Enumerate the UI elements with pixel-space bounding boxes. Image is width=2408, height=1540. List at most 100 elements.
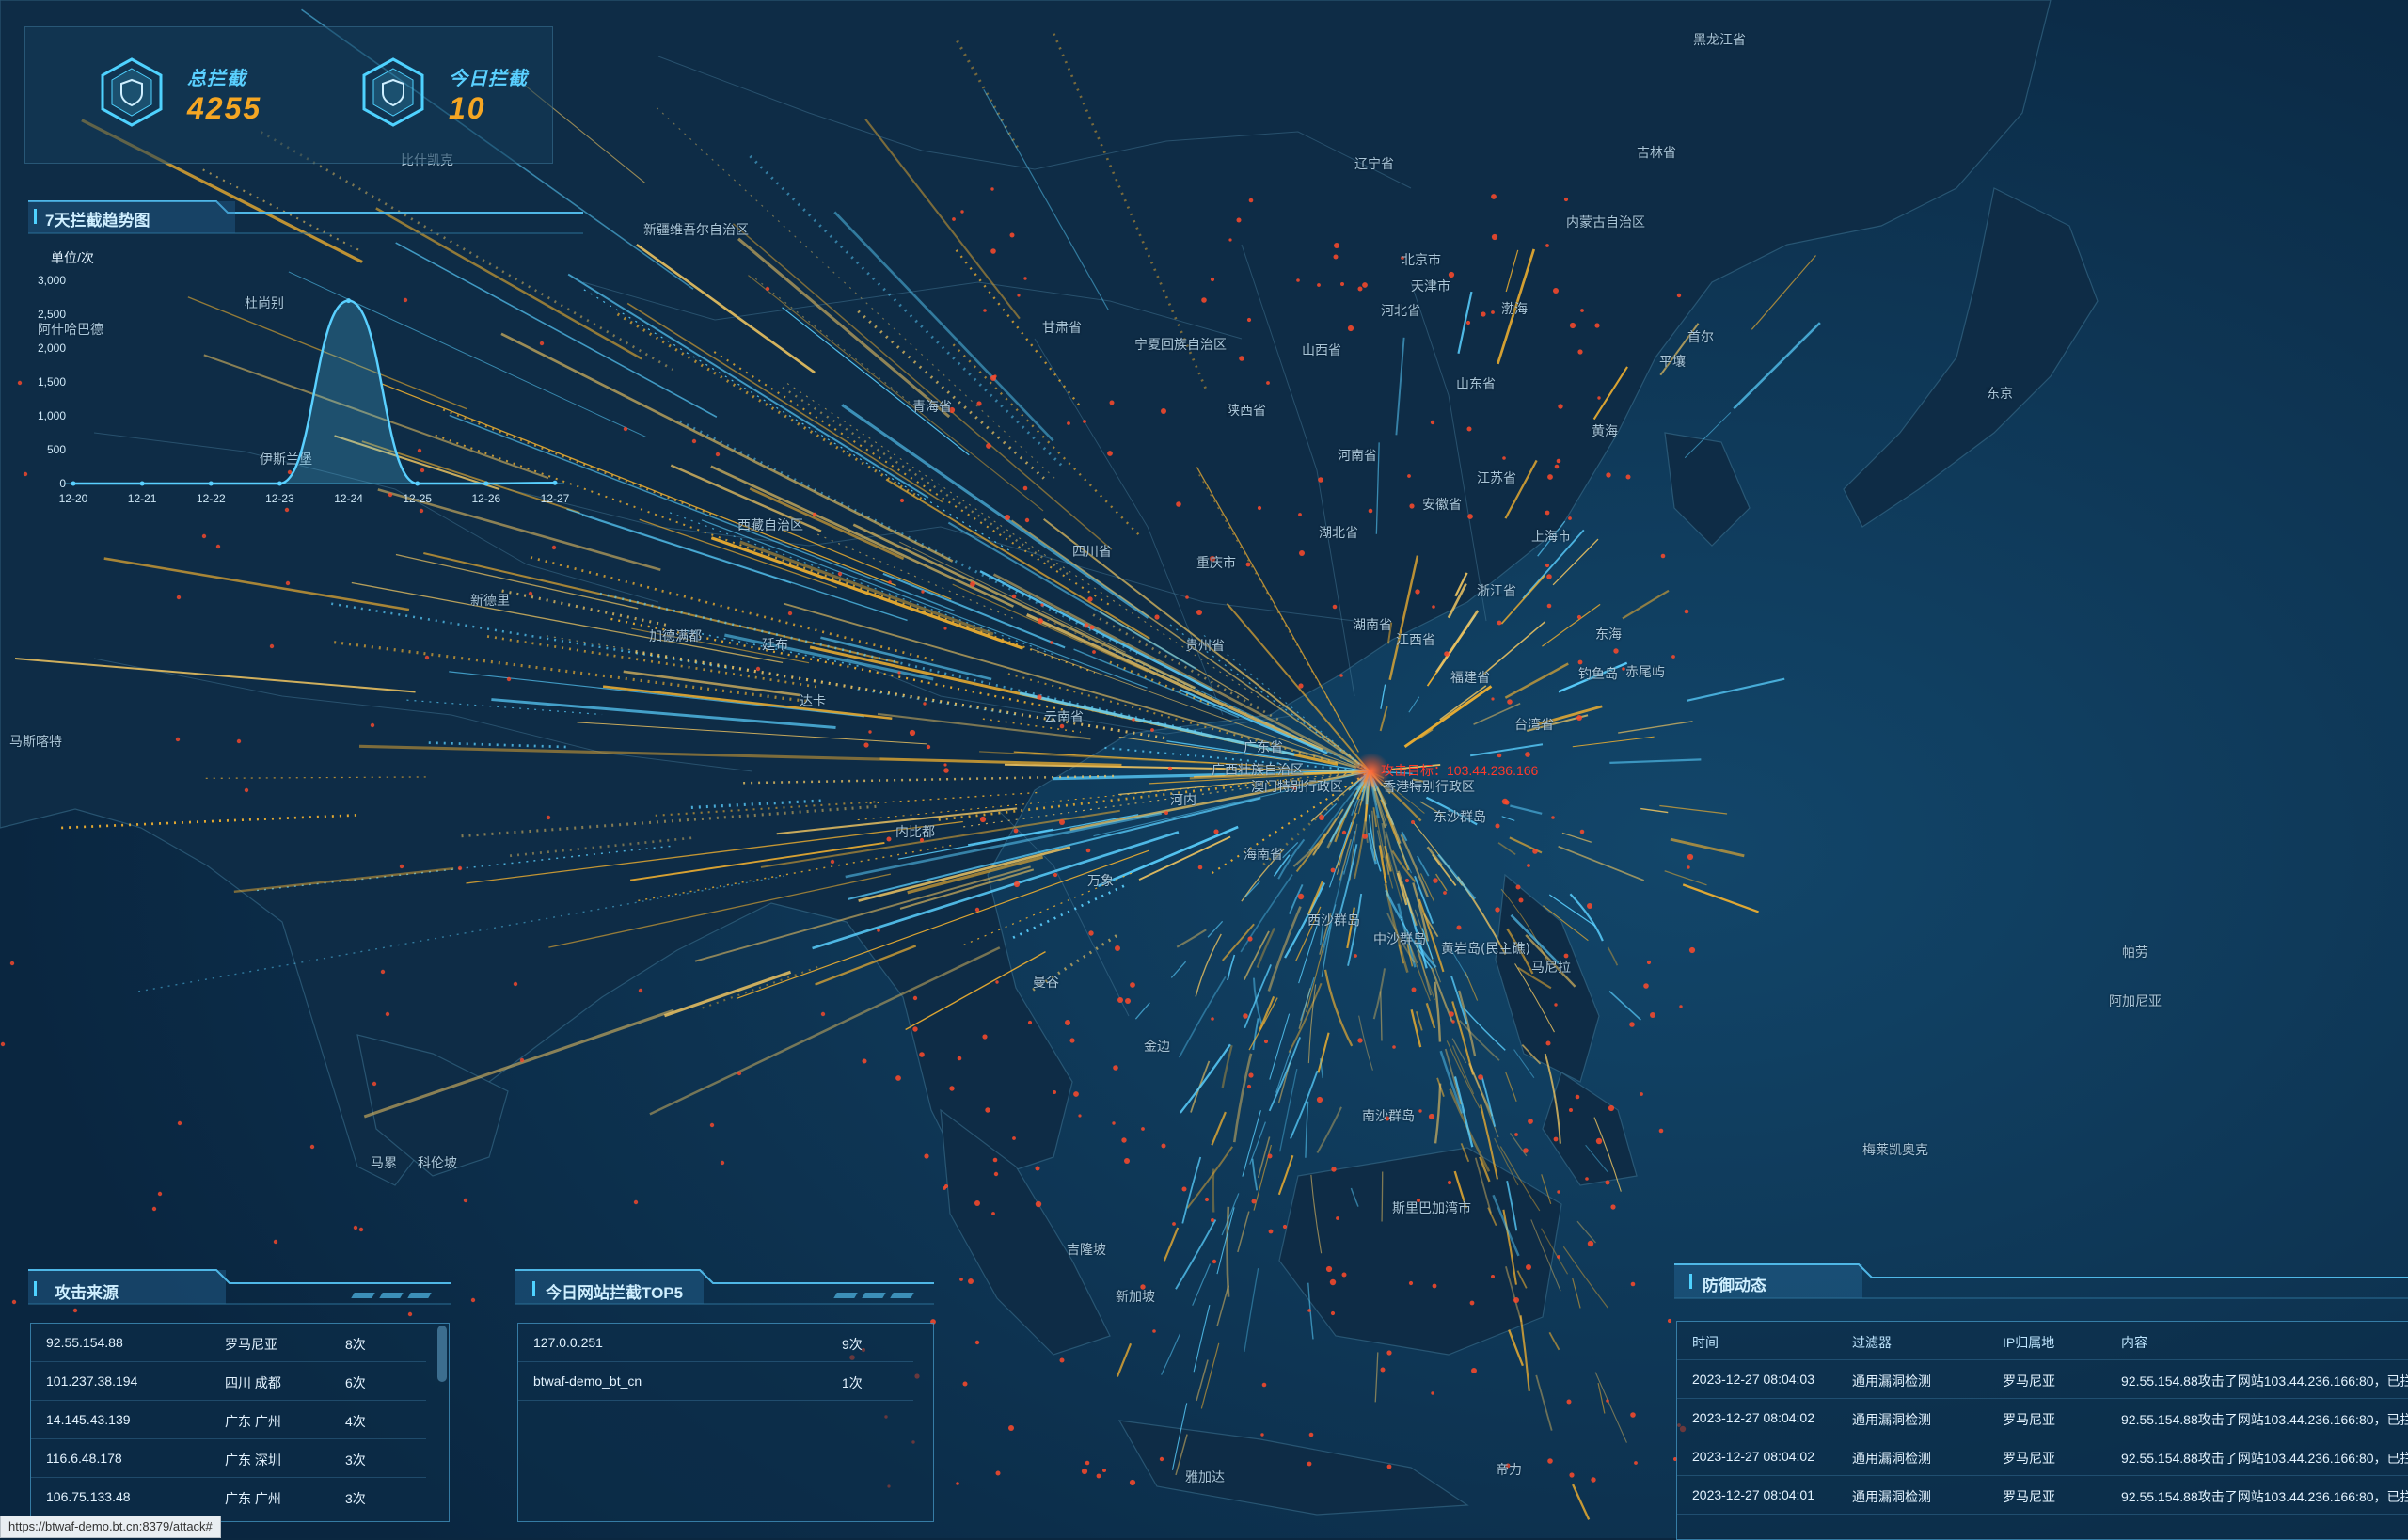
y-tick-label: 2,000 (38, 341, 66, 355)
x-tick-label: 12-24 (334, 492, 363, 505)
map-region-label: 万象 (1087, 874, 1114, 889)
map-region-label: 帕劳 (2122, 945, 2148, 961)
table-row[interactable]: 2023-12-27 08:04:01 通用漏洞检测 罗马尼亚 92.55.15… (1677, 1476, 2408, 1515)
map-region-label: 东海 (1595, 627, 1622, 643)
list-item[interactable]: 14.145.43.139 广东 广州 4次 (31, 1401, 426, 1439)
site-name: 127.0.0.251 (533, 1335, 603, 1350)
list-item[interactable]: btwaf-demo_bt_cn 1次 (518, 1362, 913, 1401)
top5-title: 今日网站拦截TOP5 (546, 1284, 684, 1302)
map-region-label: 上海市 (1531, 530, 1571, 545)
total-block-label: 总拦截 (187, 69, 246, 89)
event-time: 2023-12-27 08:04:02 (1692, 1449, 1814, 1464)
title-decoration (407, 1293, 432, 1298)
source-ip: 101.237.38.194 (46, 1373, 138, 1389)
y-tick-label: 2,500 (38, 308, 66, 321)
shield-icon (362, 57, 424, 127)
col-ip: IP归属地 (2003, 1335, 2055, 1350)
event-ip-location: 罗马尼亚 (2003, 1489, 2055, 1504)
map-region-label: 吉林省 (1637, 146, 1676, 161)
map-region-label: 斯里巴加湾市 (1392, 1201, 1471, 1216)
title-decoration (890, 1293, 914, 1298)
map-region-label: 云南省 (1044, 710, 1084, 725)
map-region-label: 河内 (1170, 793, 1196, 808)
top5-panel: 今日网站拦截TOP5 127.0.0.251 9次 btwaf-demo_bt_c… (515, 1266, 934, 1522)
source-count: 6次 (345, 1375, 366, 1390)
table-row[interactable]: 2023-12-27 08:04:02 通用漏洞检测 罗马尼亚 92.55.15… (1677, 1437, 2408, 1476)
table-row[interactable]: 2023-12-27 08:04:03 通用漏洞检测 罗马尼亚 92.55.15… (1677, 1360, 2408, 1399)
map-region-label: 廷布 (762, 638, 788, 653)
map-region-label: 广西壮族自治区 (1212, 763, 1304, 778)
col-filter: 过滤器 (1852, 1335, 1892, 1350)
scrollbar[interactable] (437, 1326, 447, 1382)
defense-title: 防御动态 (1703, 1277, 1766, 1294)
event-ip-location: 罗马尼亚 (2003, 1373, 2055, 1389)
map-region-label: 山东省 (1456, 377, 1496, 392)
map-region-label: 加德满都 (649, 629, 702, 644)
map-region-label: 湖南省 (1353, 618, 1392, 633)
list-item[interactable]: 101.237.38.194 四川 成都 6次 (31, 1362, 426, 1401)
map-region-label: 四川省 (1072, 545, 1112, 560)
map-region-label: 浙江省 (1477, 584, 1516, 599)
map-region-label: 台湾省 (1514, 718, 1554, 733)
total-block-stat: 总拦截 4255 (95, 56, 321, 131)
map-region-label: 贵州省 (1185, 639, 1225, 654)
source-location: 广东 深圳 (225, 1453, 281, 1468)
title-accent (34, 1281, 37, 1296)
title-decoration (379, 1293, 404, 1298)
source-count: 8次 (345, 1337, 366, 1352)
map-region-label: 平壤 (1659, 355, 1686, 370)
x-tick-label: 12-21 (128, 492, 157, 505)
today-block-value: 10 (449, 91, 486, 125)
table-row[interactable]: 2023-12-27 08:04:02 通用漏洞检测 罗马尼亚 92.55.15… (1677, 1399, 2408, 1437)
y-tick-label: 500 (47, 443, 66, 456)
map-region-label: 重庆市 (1196, 556, 1236, 571)
map-region-label: 新德里 (470, 594, 510, 609)
map-region-label: 广东省 (1244, 740, 1283, 755)
map-region-label: 东沙群岛 (1434, 810, 1486, 825)
source-location: 广东 广州 (225, 1414, 281, 1429)
map-region-label: 金边 (1144, 1040, 1170, 1055)
y-tick-label: 0 (59, 477, 66, 490)
list-item[interactable]: 106.75.133.48 广东 广州 3次 (31, 1478, 426, 1516)
site-count: 1次 (842, 1375, 863, 1390)
map-region-label: 内蒙古自治区 (1566, 215, 1645, 230)
event-content: 92.55.154.88攻击了网站103.44.236.166:80，已拦 (2121, 1489, 2408, 1504)
list-item[interactable]: 92.55.154.88 罗马尼亚 8次 (31, 1324, 426, 1362)
list-item[interactable]: 116.6.48.178 广东 深圳 3次 (31, 1439, 426, 1478)
source-list: 92.55.154.88 罗马尼亚 8次 101.237.38.194 四川 成都… (30, 1323, 450, 1522)
map-region-label: 赤尾屿 (1625, 665, 1665, 680)
y-tick-label: 1,500 (38, 375, 66, 389)
site-count: 9次 (842, 1337, 863, 1352)
trend-panel: 7天拦截趋势图 单位/次 0 500 1,000 1,500 2,000 2,500 3,0… (28, 198, 583, 508)
event-filter: 通用漏洞检测 (1852, 1489, 1931, 1504)
map-region-label: 曼谷 (1033, 976, 1059, 991)
shield-icon (101, 57, 163, 127)
event-content: 92.55.154.88攻击了网站103.44.236.166:80，已拦 (2121, 1373, 2408, 1389)
source-count: 3次 (345, 1491, 366, 1506)
x-tick-label: 12-20 (59, 492, 88, 505)
event-time: 2023-12-27 08:04:03 (1692, 1372, 1814, 1387)
map-region-label: 天津市 (1411, 279, 1450, 294)
map-region-label: 安徽省 (1422, 498, 1462, 513)
source-count: 4次 (345, 1414, 366, 1429)
list-item[interactable]: 127.0.0.251 9次 (518, 1324, 913, 1362)
target-label: 攻击目标：103.44.236.166 (1381, 763, 1539, 778)
map-region-label: 山西省 (1302, 343, 1341, 358)
site-name: btwaf-demo_bt_cn (533, 1373, 642, 1389)
top5-list: 127.0.0.251 9次 btwaf-demo_bt_cn 1次 (517, 1323, 934, 1522)
map-region-label: 钓鱼岛 (1578, 667, 1618, 682)
map-region-label: 陕西省 (1227, 404, 1266, 419)
map-region-label: 科伦坡 (418, 1156, 457, 1171)
source-location: 四川 成都 (225, 1375, 281, 1390)
x-tick-label: 12-23 (265, 492, 294, 505)
map-region-label: 东京 (1987, 387, 2013, 402)
x-tick-label: 12-27 (541, 492, 570, 505)
map-region-label: 梅莱凯奥克 (1862, 1143, 1928, 1158)
source-ip: 14.145.43.139 (46, 1412, 131, 1427)
map-region-label: 渤海 (1501, 302, 1528, 317)
source-panel: 攻击来源 92.55.154.88 罗马尼亚 8次 101.237.38.194 … (28, 1266, 452, 1522)
map-region-label: 首尔 (1687, 330, 1714, 345)
map-region-label: 黄海 (1592, 424, 1618, 439)
map-region-label: 甘肃省 (1042, 321, 1082, 336)
source-location: 罗马尼亚 (225, 1337, 277, 1352)
